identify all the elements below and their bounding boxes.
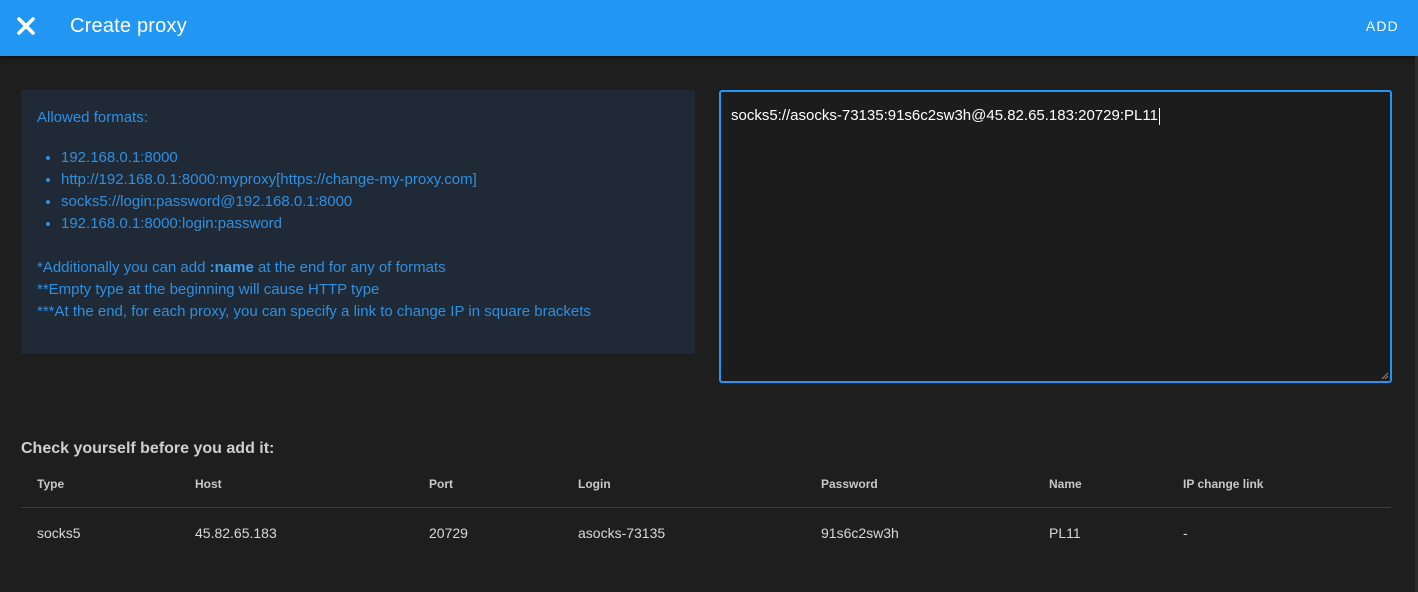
column-header-login: Login — [578, 477, 611, 491]
column-header-password: Password — [821, 477, 878, 491]
format-item: 192.168.0.1:8000:login:password — [61, 213, 477, 235]
cell-login: asocks-73135 — [578, 525, 666, 541]
column-header-port: Port — [429, 477, 453, 491]
cell-ip-change-link: - — [1183, 525, 1188, 541]
column-header-name: Name — [1049, 477, 1082, 491]
note-empty-type: **Empty type at the beginning will cause… — [37, 281, 380, 298]
note-name-bold: :name — [209, 259, 254, 276]
page-title: Create proxy — [70, 15, 187, 37]
format-item: http://192.168.0.1:8000:myproxy[https://… — [61, 169, 477, 191]
note-name: *Additionally you can add :name at the e… — [37, 257, 591, 279]
column-header-type: Type — [37, 477, 65, 491]
resize-grip-icon[interactable] — [1381, 372, 1389, 380]
app-bar: Create proxy ADD — [0, 0, 1418, 56]
note-name-prefix: *Additionally you can add — [37, 259, 210, 276]
format-item: socks5://login:password@192.168.0.1:8000 — [61, 191, 477, 213]
cell-port: 20729 — [429, 525, 468, 541]
note-name-suffix: at the end for any of formats — [253, 259, 446, 276]
format-item: 192.168.0.1:8000 — [61, 147, 477, 169]
cell-name: PL11 — [1049, 525, 1081, 541]
cell-password: 91s6c2sw3h — [821, 525, 899, 541]
text-caret — [1158, 107, 1160, 125]
allowed-formats-heading: Allowed formats: — [37, 109, 148, 126]
cell-host: 45.82.65.183 — [195, 525, 277, 541]
formats-list: 192.168.0.1:8000 http://192.168.0.1:8000… — [61, 147, 477, 235]
table-divider — [21, 507, 1391, 508]
check-title: Check yourself before you add it: — [21, 440, 275, 457]
column-header-host: Host — [195, 477, 222, 491]
format-notes: *Additionally you can add :name at the e… — [37, 257, 591, 323]
close-icon[interactable] — [14, 14, 38, 38]
column-header-ip-change-link: IP change link — [1183, 477, 1264, 491]
add-button[interactable]: ADD — [1366, 17, 1399, 35]
proxy-input-value: socks5://asocks-73135:91s6c2sw3h@45.82.6… — [731, 107, 1158, 124]
proxy-textarea[interactable]: socks5://asocks-73135:91s6c2sw3h@45.82.6… — [719, 90, 1392, 383]
cell-type: socks5 — [37, 525, 81, 541]
note-ip-change: ***At the end, for each proxy, you can s… — [37, 303, 591, 320]
allowed-formats-panel: Allowed formats: 192.168.0.1:8000 http:/… — [21, 90, 695, 354]
